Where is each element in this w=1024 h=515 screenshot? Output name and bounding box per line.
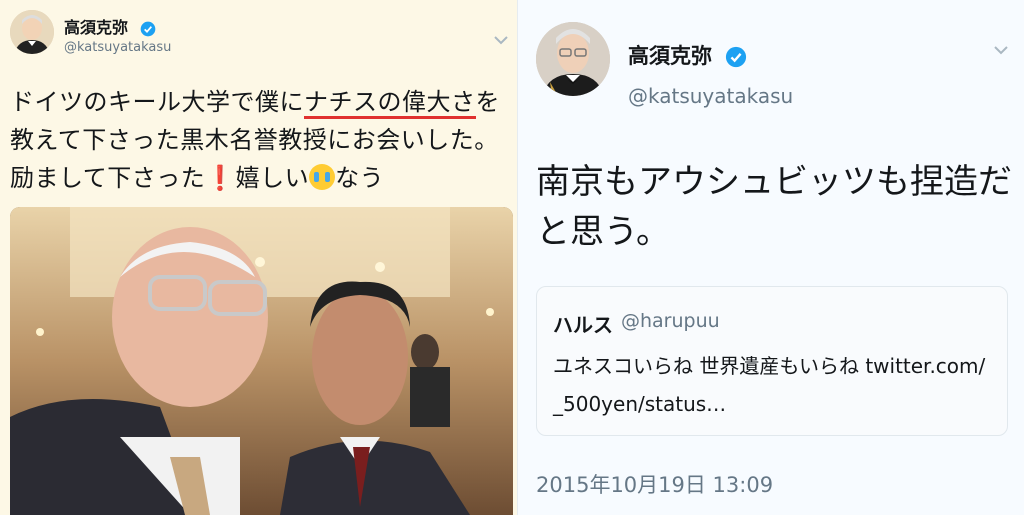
tweet-left: 高須克弥 @katsuyatakasu ドイツのキール大学で僕にナチスの偉大さを… bbox=[0, 0, 517, 515]
underlined-phrase: ナチスの偉大さ bbox=[304, 88, 476, 119]
author-name[interactable]: 高須克弥 bbox=[64, 14, 156, 38]
verified-badge-icon bbox=[140, 21, 155, 36]
screenshot-composite: 高須克弥 @katsuyatakasu ドイツのキール大学で僕にナチスの偉大さを… bbox=[0, 0, 1024, 515]
author-name[interactable]: 高須克弥 bbox=[628, 40, 747, 70]
quoted-tweet[interactable]: ハルス @harupuu ユネスコいらね 世界遺産もいらね twitter.co… bbox=[536, 286, 1008, 436]
tweet-text: ドイツのキール大学で僕にナチスの偉大さを教えて下さった黒木名誉教授にお会いした。… bbox=[10, 88, 500, 192]
quoted-text: ユネスコいらね 世界遺産もいらね twitter.com/ _500yen/st… bbox=[553, 354, 986, 416]
tweet-photo[interactable] bbox=[10, 207, 513, 515]
author-handle[interactable]: @katsuyatakasu bbox=[64, 40, 171, 55]
tweet-timestamp[interactable]: 2015年10月19日 13:09 bbox=[536, 469, 773, 499]
author-avatar[interactable] bbox=[536, 22, 610, 96]
quoted-author-handle: @harupuu bbox=[621, 310, 720, 332]
quoted-author-name: ハルス bbox=[553, 313, 613, 337]
chevron-down-icon[interactable] bbox=[493, 34, 509, 46]
tweet-right: 高須克弥 @katsuyatakasu 南京もアウシュビッツも捏造だと思う。 ハ… bbox=[517, 0, 1024, 515]
author-avatar[interactable] bbox=[10, 10, 54, 54]
verified-badge-icon bbox=[726, 46, 747, 68]
chevron-down-icon[interactable] bbox=[993, 44, 1009, 56]
exclamation-emoji-icon: ❗ bbox=[205, 164, 236, 192]
author-handle[interactable]: @katsuyatakasu bbox=[628, 84, 793, 108]
crying-face-emoji-icon bbox=[309, 164, 336, 190]
tweet-text: 南京もアウシュビッツも捏造だと思う。 bbox=[536, 162, 1012, 252]
